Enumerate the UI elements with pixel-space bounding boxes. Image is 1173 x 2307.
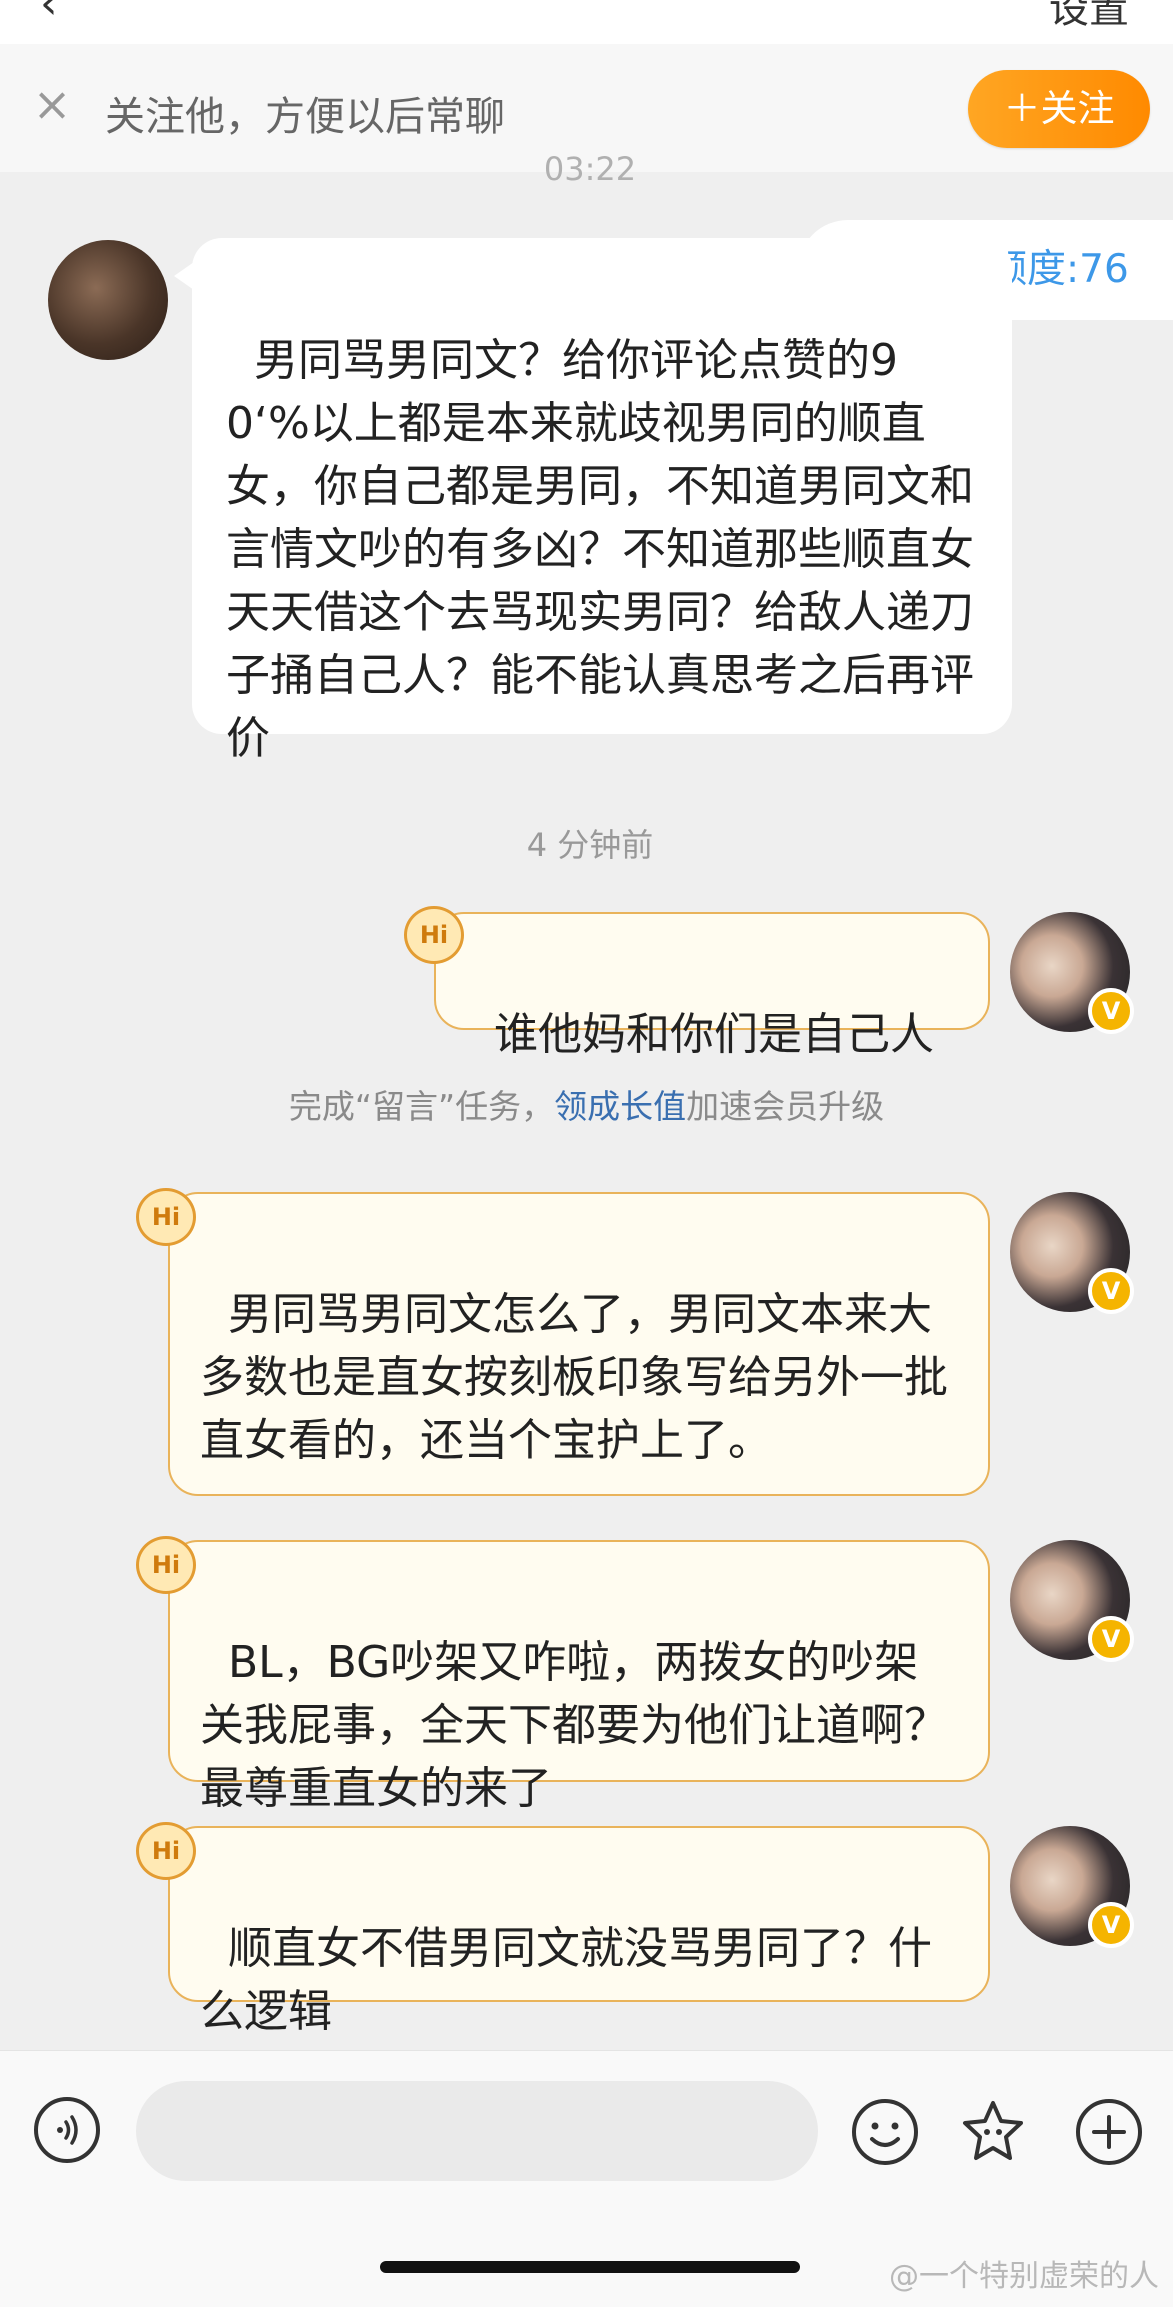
message-text: 顺直女不借男同文就没骂男同了？什么逻辑	[200, 1923, 932, 2037]
other-user-avatar[interactable]	[48, 240, 168, 360]
task-tip-suffix: 加速会员升级	[686, 1087, 885, 1126]
my-avatar[interactable]: V	[1010, 912, 1134, 1034]
hi-badge-icon: Hi	[404, 906, 464, 964]
verified-v-icon: V	[1088, 1268, 1134, 1314]
sticker-icon-glyph	[963, 2101, 1023, 2160]
task-tip-prefix: 完成“留言”任务，	[288, 1087, 555, 1126]
top-nav-bar: ‹ 设置	[0, 0, 1173, 45]
message-text: 男同骂男同文怎么了，男同文本来大多数也是直女按刻板印象写给另外一批直女看的，还当…	[200, 1289, 948, 1466]
close-icon[interactable]: ×	[32, 81, 72, 127]
incoming-message-bubble[interactable]: 男同骂男同文？给你评论点赞的90‘%以上都是本来就歧视男同的顺直女，你自己都是男…	[174, 238, 1012, 764]
message-text: 男同骂男同文？给你评论点赞的90‘%以上都是本来就歧视男同的顺直女，你自己都是男…	[226, 335, 974, 764]
outgoing-message-bubble[interactable]: 男同骂男同文怎么了，男同文本来大多数也是直女按刻板印象写给另外一批直女看的，还当…	[168, 1192, 990, 1496]
hi-badge-icon: Hi	[136, 1822, 196, 1880]
settings-link[interactable]: 设置	[1049, 0, 1129, 34]
back-chevron-icon[interactable]: ‹	[40, 0, 58, 29]
grow-value-link[interactable]: 领成长值	[554, 1087, 686, 1126]
emoji-icon-glyph	[852, 2099, 918, 2165]
timestamp-middle: 4 分钟前	[526, 826, 654, 864]
plus-icon-glyph	[1076, 2099, 1142, 2165]
my-avatar[interactable]: V	[1010, 1192, 1134, 1314]
verified-v-icon: V	[1088, 1902, 1134, 1948]
voice-icon-glyph	[57, 2115, 78, 2145]
voice-icon[interactable]	[34, 2097, 100, 2163]
task-tip: 完成“留言”任务，领成长值加速会员升级	[0, 1080, 1173, 1128]
message-input[interactable]	[136, 2081, 818, 2181]
timestamp-top: 03:22	[543, 150, 637, 188]
my-avatar[interactable]: V	[1010, 1540, 1134, 1662]
outgoing-message-bubble[interactable]: 谁他妈和你们是自己人	[434, 912, 990, 1060]
sticker-icon[interactable]	[958, 2097, 1028, 2167]
outgoing-message-bubble[interactable]: BL，BG吵架又咋啦，两拨女的吵架关我屁事，全天下都要为他们让道啊？最尊重直女的…	[168, 1540, 990, 1814]
hi-badge-icon: Hi	[136, 1188, 196, 1246]
emoji-icon[interactable]	[850, 2097, 920, 2167]
verified-v-icon: V	[1088, 988, 1134, 1034]
avatar-image	[48, 240, 168, 360]
outgoing-message-bubble[interactable]: 顺直女不借男同文就没骂男同了？什么逻辑	[168, 1826, 990, 2037]
follow-hint-text: 关注他，方便以后常聊	[105, 94, 505, 140]
message-text: BL，BG吵架又咋啦，两拨女的吵架关我屁事，全天下都要为他们让道啊？最尊重直女的…	[200, 1637, 948, 1814]
home-indicator[interactable]	[380, 2261, 800, 2273]
watermark: @一个特别虚荣的人	[889, 2259, 1159, 2294]
plus-icon[interactable]	[1074, 2097, 1144, 2167]
verified-v-icon: V	[1088, 1616, 1134, 1662]
my-avatar[interactable]: V	[1010, 1826, 1134, 1948]
hi-badge-icon: Hi	[136, 1536, 196, 1594]
message-text: 谁他妈和你们是自己人	[493, 1009, 934, 1060]
follow-button[interactable]: ＋关注	[968, 70, 1150, 148]
input-toolbar: @一个特别虚荣的人	[0, 2050, 1173, 2307]
